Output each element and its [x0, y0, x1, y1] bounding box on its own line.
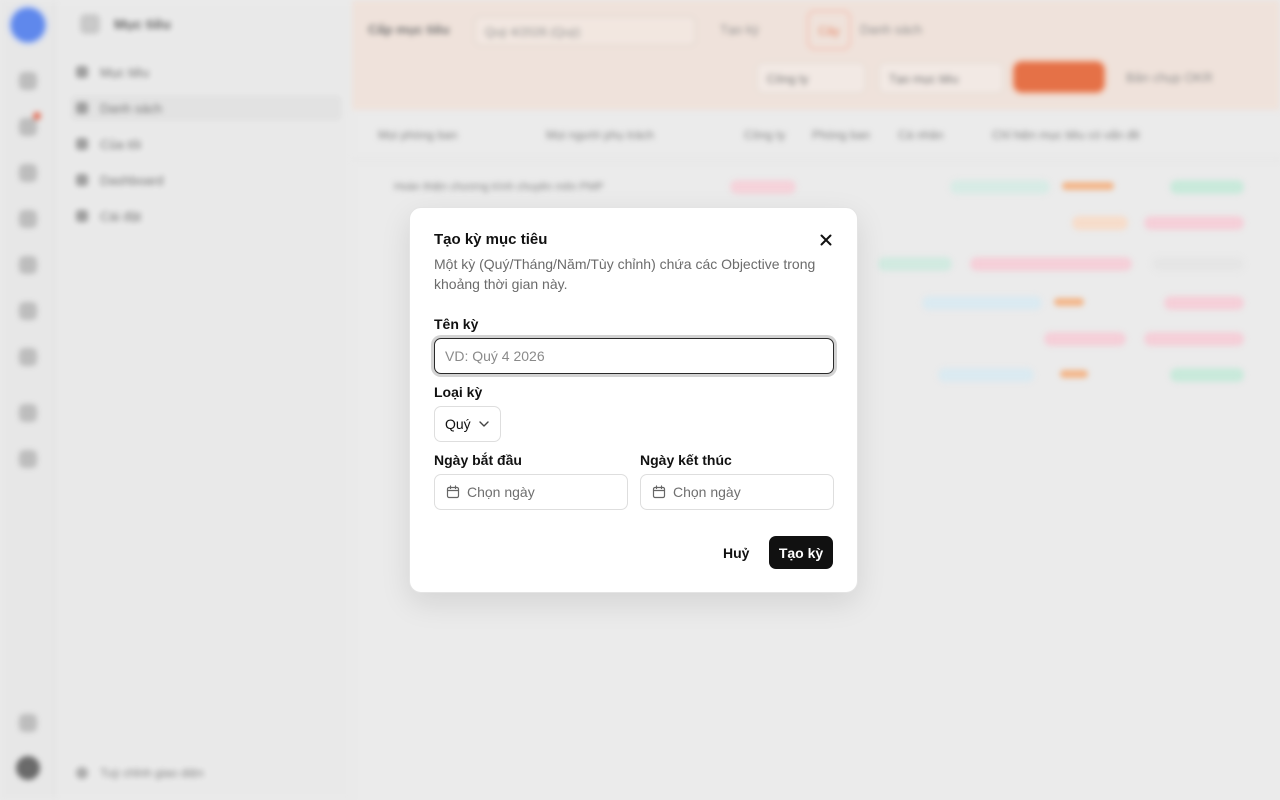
chevron-down-icon [478, 421, 489, 427]
start-date-label: Ngày bắt đầu [434, 452, 522, 468]
name-label: Tên kỳ [434, 316, 479, 332]
create-period-button[interactable]: Tạo kỳ [769, 536, 833, 569]
cancel-button[interactable]: Huỷ [713, 536, 759, 569]
start-date-picker[interactable]: Chọn ngày [434, 474, 628, 510]
close-icon [820, 234, 832, 246]
end-date-placeholder: Chọn ngày [673, 484, 741, 500]
end-date-label: Ngày kết thúc [640, 452, 732, 468]
start-date-placeholder: Chọn ngày [467, 484, 535, 500]
create-period-dialog: Tạo kỳ mục tiêu Một kỳ (Quý/Tháng/Năm/Tù… [409, 207, 858, 593]
calendar-icon [446, 485, 460, 499]
dialog-title: Tạo kỳ mục tiêu [434, 231, 548, 248]
period-type-value: Quý [445, 416, 471, 432]
dialog-description: Một kỳ (Quý/Tháng/Năm/Tùy chỉnh) chứa cá… [434, 256, 816, 292]
end-date-picker[interactable]: Chọn ngày [640, 474, 834, 510]
calendar-icon [652, 485, 666, 499]
close-button[interactable] [816, 230, 836, 250]
type-label: Loại kỳ [434, 384, 483, 400]
period-name-input[interactable] [434, 338, 834, 374]
period-type-select[interactable]: Quý [434, 406, 501, 442]
